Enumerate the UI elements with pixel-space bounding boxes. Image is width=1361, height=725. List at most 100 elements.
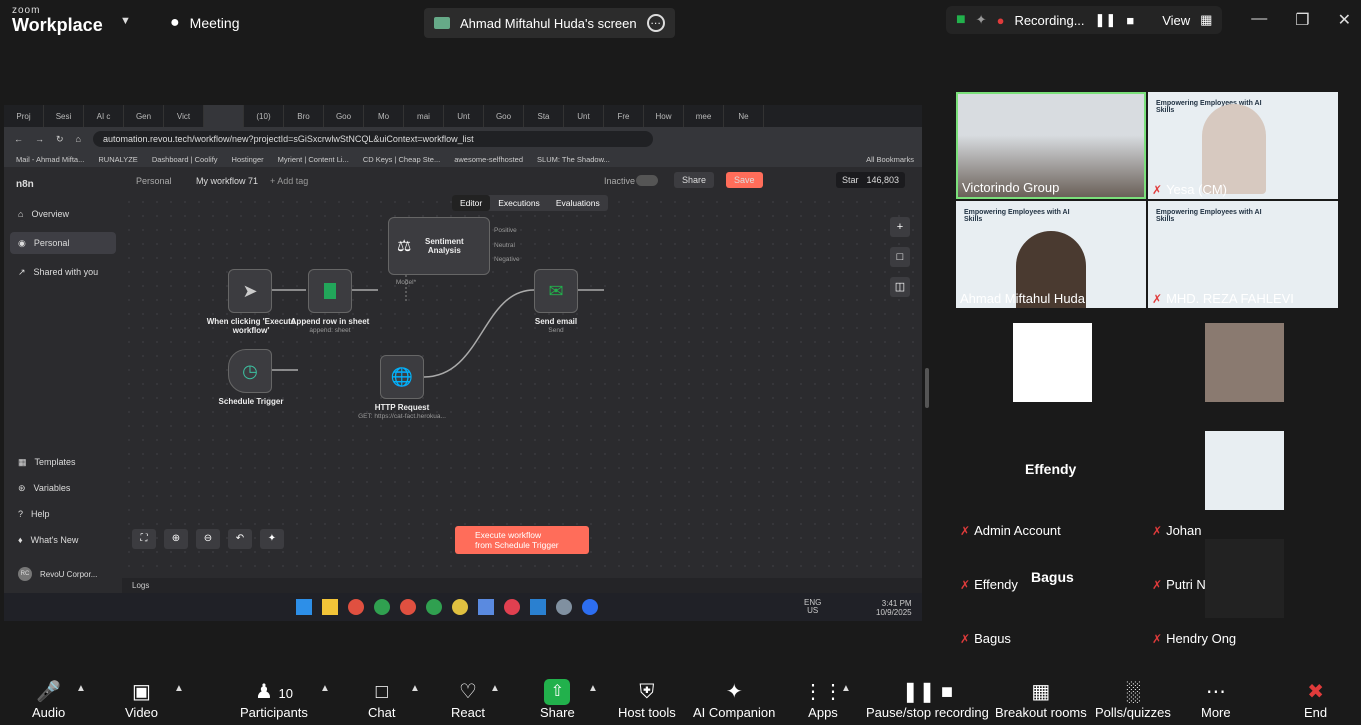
all-bookmarks[interactable]: All Bookmarks (866, 155, 922, 164)
execute-workflow-button[interactable]: Execute workflow from Schedule Trigger (455, 526, 589, 554)
chrome-icon[interactable] (400, 599, 416, 615)
vscode-icon[interactable] (530, 599, 546, 615)
sidebar-item-variables[interactable]: ⊛ Variables (10, 477, 116, 499)
minimize-icon[interactable]: — (1251, 10, 1267, 30)
browser-tab[interactable]: Vict (164, 105, 204, 127)
bookmark-item[interactable]: Myrient | Content Li... (278, 155, 349, 164)
browser-tab[interactable]: Ne (724, 105, 764, 127)
participant-tile[interactable]: Victorindo Group (956, 92, 1146, 199)
bookmark-item[interactable]: RUNALYZE (98, 155, 137, 164)
n8n-logo[interactable]: n8n (16, 179, 34, 190)
close-icon[interactable]: ✕ (1338, 10, 1351, 30)
windows-start-icon[interactable] (296, 599, 312, 615)
share-button[interactable]: ⇧ Share (540, 679, 575, 720)
chevron-down-icon[interactable]: ▼ (120, 15, 131, 27)
zoom-out-icon[interactable]: ⊖ (196, 529, 220, 549)
grid-view-icon[interactable]: ▦ (1200, 12, 1212, 28)
http-request-node[interactable]: 🌐 (380, 355, 424, 399)
forward-icon[interactable]: → (35, 134, 44, 144)
participant-tile[interactable]: Empowering Employees with AI Skills ✗ MHD… (1148, 201, 1338, 308)
pause-recording-button[interactable]: ❚❚ ■ Pause/stop recording (866, 679, 989, 720)
chrome-icon[interactable] (374, 599, 390, 615)
participant-tile[interactable]: Empowering Employees with AI Skills ✗ Yes… (1148, 92, 1338, 199)
browser-tab[interactable]: Goo (324, 105, 364, 127)
audio-button[interactable]: 🎤 Audio (32, 679, 65, 720)
maximize-icon[interactable]: ❐ (1295, 10, 1309, 30)
chevron-up-icon[interactable]: ▲ (174, 683, 184, 694)
active-toggle[interactable] (636, 175, 658, 186)
browser-tab[interactable]: Proj (4, 105, 44, 127)
chevron-up-icon[interactable]: ▲ (490, 683, 500, 694)
chat-button[interactable]: □ Chat (368, 679, 395, 720)
pause-icon[interactable]: ❚❚ (1095, 12, 1117, 28)
taskbar-clock[interactable]: 3:41 PM 10/9/2025 (876, 599, 912, 617)
url-field[interactable]: automation.revou.tech/workflow/new?proje… (92, 131, 653, 147)
reload-icon[interactable]: ↻ (56, 134, 64, 145)
chevron-up-icon[interactable]: ▲ (588, 683, 598, 694)
logs-panel[interactable]: Logs (122, 578, 922, 593)
send-email-node[interactable]: ✉ (534, 269, 578, 313)
bookmark-item[interactable]: Hostinger (232, 155, 264, 164)
sidebar-item-shared[interactable]: ↗ Shared with you (10, 261, 116, 283)
zoom-logo[interactable]: zoom Workplace (12, 6, 103, 35)
polls-button[interactable]: ░ Polls/quizzes (1095, 679, 1171, 720)
chevron-up-icon[interactable]: ▲ (320, 683, 330, 694)
zoom-app-icon[interactable] (582, 599, 598, 615)
browser-tab[interactable]: Bro (284, 105, 324, 127)
browser-tab[interactable]: Sta (524, 105, 564, 127)
sidebar-item-overview[interactable]: ⌂ Overview (10, 203, 116, 225)
tidy-up-icon[interactable]: ✦ (260, 529, 284, 549)
undo-icon[interactable]: ↶ (228, 529, 252, 549)
browser-tab[interactable]: mee (684, 105, 724, 127)
sidebar-item-whats-new[interactable]: ♦ What's New (10, 529, 116, 551)
browser-tab[interactable] (204, 105, 244, 127)
bookmark-item[interactable]: CD Keys | Cheap Ste... (363, 155, 440, 164)
host-tools-button[interactable]: ⛨ Host tools (618, 679, 676, 720)
bookmark-item[interactable]: Dashboard | Coolify (152, 155, 218, 164)
view-label[interactable]: View (1162, 13, 1190, 28)
github-star-button[interactable]: Star 146,803 (836, 172, 906, 188)
bookmark-item[interactable]: awesome-selfhosted (454, 155, 523, 164)
panel-divider-handle[interactable] (925, 368, 929, 408)
add-node-icon[interactable]: + (890, 217, 910, 237)
sentiment-node[interactable]: ⚖ Sentiment Analysis (388, 217, 490, 275)
sidebar-item-templates[interactable]: ▦ Templates (10, 451, 116, 473)
network-app-icon[interactable] (478, 599, 494, 615)
account-menu[interactable]: RC RevoU Corpor... (10, 563, 116, 585)
add-tag-link[interactable]: + Add tag (270, 176, 308, 186)
more-button[interactable]: ⋯ More (1201, 679, 1231, 720)
browser-tab[interactable]: Goo (484, 105, 524, 127)
browser-tab[interactable]: mai (404, 105, 444, 127)
append-row-node[interactable] (308, 269, 352, 313)
manual-trigger-node[interactable]: ➤ (228, 269, 272, 313)
schedule-trigger-node[interactable]: ◷ (228, 349, 272, 393)
browser-tab[interactable]: How (644, 105, 684, 127)
zoom-in-icon[interactable]: ⊕ (164, 529, 188, 549)
apps-button[interactable]: ⋮⋮ Apps (803, 679, 843, 720)
panel-icon[interactable]: ◫ (890, 277, 910, 297)
browser-tab[interactable]: Unt (444, 105, 484, 127)
chrome-icon[interactable] (426, 599, 442, 615)
meeting-info-button[interactable]: ● Meeting (170, 14, 239, 32)
react-button[interactable]: ♡ React (451, 679, 485, 720)
ai-sparkle-icon[interactable]: ✦ (976, 12, 987, 28)
chevron-up-icon[interactable]: ▲ (76, 683, 86, 694)
bookmark-item[interactable]: SLUM: The Shadow... (537, 155, 610, 164)
settings-icon[interactable] (556, 599, 572, 615)
more-options-icon[interactable]: … (646, 14, 665, 32)
browser-tab[interactable]: AI c (84, 105, 124, 127)
participant-name[interactable]: ✗ Bagus (960, 610, 1011, 667)
workflow-name[interactable]: My workflow 71 (196, 176, 258, 186)
participants-button[interactable]: ♟ 10 Participants (240, 679, 308, 720)
stop-icon[interactable]: ■ (1126, 13, 1134, 28)
chevron-up-icon[interactable]: ▲ (410, 683, 420, 694)
browser-tab[interactable]: Mo (364, 105, 404, 127)
browser-tab[interactable]: Gen (124, 105, 164, 127)
sidebar-item-personal[interactable]: ◉ Personal (10, 232, 116, 254)
taskbar-lang[interactable]: ENG US (804, 599, 821, 615)
bookmark-item[interactable]: Mail - Ahmad Mifta... (16, 155, 84, 164)
home-icon[interactable]: ⌂ (76, 134, 81, 144)
breadcrumb[interactable]: Personal (136, 176, 172, 186)
shared-screen[interactable]: Proj Sesi AI c Gen Vict (10) Bro Goo Mo mai Unt Goo… (4, 105, 922, 621)
ai-companion-button[interactable]: ✦ AI Companion (693, 679, 775, 720)
